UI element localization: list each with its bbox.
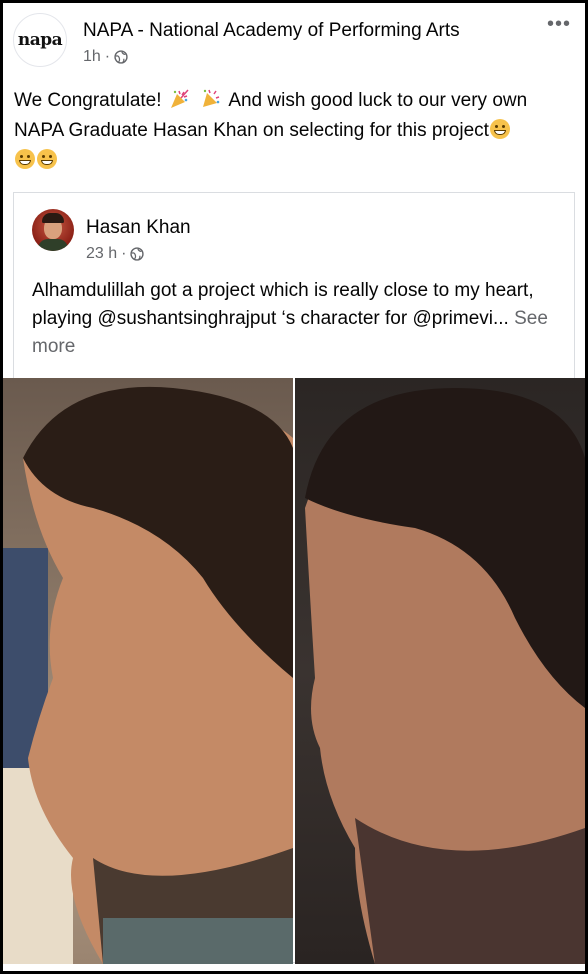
post-message: We Congratulate! And wish good luck to o… xyxy=(14,86,579,176)
globe-icon[interactable] xyxy=(130,247,145,261)
more-options-icon[interactable]: ••• xyxy=(547,14,571,34)
photo-hasan-profile[interactable] xyxy=(3,378,293,964)
globe-icon[interactable] xyxy=(114,50,128,64)
avatar-body-shape xyxy=(38,239,68,251)
grinning-face-icon xyxy=(489,119,510,139)
post-time[interactable]: 1h xyxy=(83,48,101,66)
grinning-face-icon xyxy=(37,149,57,169)
shared-post[interactable]: Hasan Khan 23 h · Alhamdulillah got a pr… xyxy=(3,192,585,964)
party-popper-icon xyxy=(203,89,220,107)
author-avatar[interactable] xyxy=(32,209,74,251)
shared-author-name[interactable]: Hasan Khan xyxy=(86,217,191,239)
post-card: napa NAPA - National Academy of Performi… xyxy=(3,3,585,971)
post-meta: 1h · xyxy=(83,48,128,66)
meta-separator: · xyxy=(104,48,111,65)
shared-post-photos[interactable] xyxy=(3,378,585,964)
grinning-face-icon xyxy=(15,149,35,169)
shared-post-time[interactable]: 23 h xyxy=(86,245,117,263)
photo-left-illustration xyxy=(3,386,293,964)
shirt-shape xyxy=(103,918,293,964)
post-header: napa NAPA - National Academy of Performi… xyxy=(3,3,585,75)
avatar-hair-shape xyxy=(42,213,64,223)
shared-post-text: Alhamdulillah got a project which is rea… xyxy=(32,277,562,361)
party-popper-icon xyxy=(170,89,189,108)
post-text-part1: We Congratulate! xyxy=(14,90,162,111)
shared-post-body: Alhamdulillah got a project which is rea… xyxy=(32,280,534,329)
meta-separator: · xyxy=(121,245,127,262)
photo-right-illustration xyxy=(305,388,585,964)
page-avatar[interactable]: napa xyxy=(13,13,67,67)
shared-post-meta: 23 h · xyxy=(86,245,145,263)
page-name[interactable]: NAPA - National Academy of Performing Ar… xyxy=(83,20,460,42)
photo-sushant-profile[interactable] xyxy=(295,378,585,964)
page-avatar-logo-text: napa xyxy=(17,30,63,50)
